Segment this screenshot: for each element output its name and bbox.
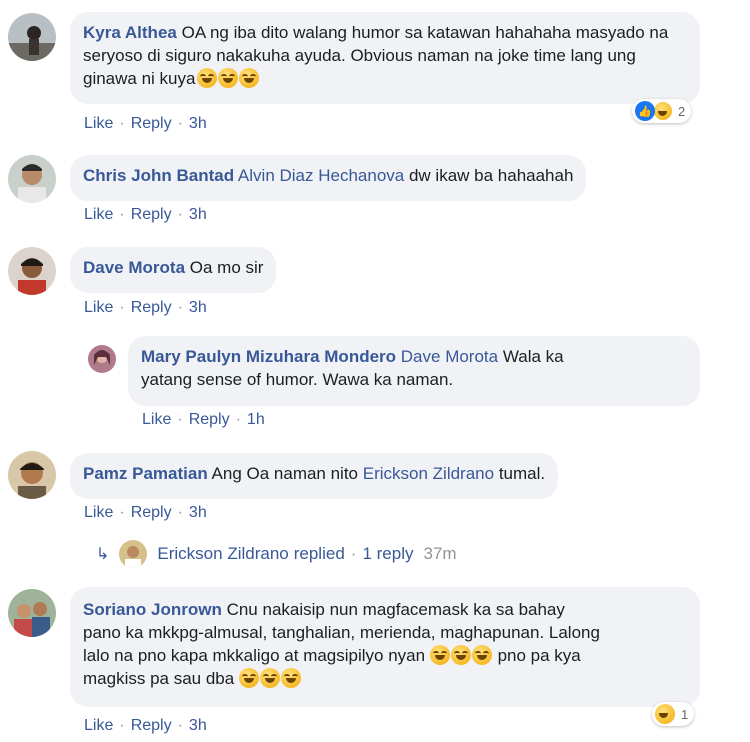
comment-author[interactable]: Kyra Althea	[83, 23, 177, 42]
mention-link[interactable]: Erickson Zildrano	[363, 464, 494, 483]
laughing-emoji-icon	[238, 668, 259, 688]
like-reaction-icon: 👍	[635, 101, 655, 121]
comment-bubble: Pamz Pamatian Ang Oa naman nito Erickson…	[70, 453, 559, 499]
mention-link[interactable]: Alvin Diaz Hechanova	[238, 166, 404, 185]
comment-actions: Like · Reply · 3h	[84, 205, 207, 225]
comment-author[interactable]: Chris John Bantad	[83, 166, 234, 185]
comment-author[interactable]: Pamz Pamatian	[83, 464, 208, 483]
separator: ·	[177, 717, 183, 734]
reaction-count: 2	[678, 103, 686, 119]
like-button[interactable]: Like	[84, 115, 113, 132]
comment-actions: Like · Reply · 3h	[84, 716, 207, 736]
avatar[interactable]	[8, 155, 56, 203]
comment-bubble: Soriano Jonrown Cnu nakaisip nun magface…	[70, 587, 700, 707]
comment-actions: Like · Reply · 3h	[84, 298, 207, 318]
separator: ·	[119, 717, 125, 734]
separator: ·	[177, 504, 183, 521]
comment-actions: Like · Reply · 1h	[142, 410, 265, 430]
laughing-emoji-icon	[218, 68, 239, 88]
comment-bubble: Chris John Bantad Alvin Diaz Hechanova d…	[70, 155, 587, 201]
reply-button[interactable]: Reply	[189, 411, 230, 428]
laughing-emoji-icon	[239, 68, 260, 88]
avatar[interactable]	[8, 247, 56, 295]
haha-reaction-icon	[653, 101, 673, 121]
avatar	[119, 540, 148, 568]
comment-timestamp[interactable]: 3h	[189, 504, 207, 521]
reaction-count: 1	[681, 706, 689, 722]
reply-count[interactable]: 1 reply	[362, 544, 413, 564]
like-button[interactable]: Like	[84, 717, 113, 734]
comment-actions: Like · Reply · 3h	[84, 503, 207, 523]
avatar[interactable]	[88, 345, 116, 373]
comment-bubble: Kyra Althea OA ng iba dito walang humor …	[70, 12, 700, 104]
comment-text: pano ka mkkpg-almusal, tanghalian, merie…	[83, 623, 600, 642]
laughing-emoji-icon	[259, 668, 280, 688]
separator: ·	[119, 206, 125, 223]
separator: ·	[119, 299, 125, 316]
comment-text: Oa mo sir	[189, 258, 264, 277]
comment-bubble: Dave Morota Oa mo sir	[70, 247, 277, 293]
reply-button[interactable]: Reply	[131, 717, 172, 734]
comment-author[interactable]: Dave Morota	[83, 258, 185, 277]
separator: ·	[119, 504, 125, 521]
comment-timestamp[interactable]: 1h	[247, 411, 265, 428]
comment-text: tumal.	[498, 464, 546, 483]
reply-button[interactable]: Reply	[131, 115, 172, 132]
view-replies-link[interactable]: ↳ Erickson Zildrano replied · 1 reply 37…	[96, 539, 457, 569]
separator: ·	[235, 411, 241, 428]
comment-text: dw ikaw ba hahaahah	[408, 166, 574, 185]
comment-timestamp[interactable]: 3h	[189, 717, 207, 734]
comment-timestamp[interactable]: 3h	[189, 115, 207, 132]
comment-timestamp[interactable]: 3h	[189, 206, 207, 223]
comment-timestamp[interactable]: 3h	[189, 299, 207, 316]
separator: ·	[119, 115, 125, 132]
comment-text: Ang Oa naman nito	[211, 464, 359, 483]
comment-author[interactable]: Mary Paulyn Mizuhara Mondero	[141, 347, 396, 366]
reaction-summary[interactable]: 👍 2	[632, 99, 692, 123]
haha-reaction-icon	[655, 704, 675, 724]
like-button[interactable]: Like	[84, 504, 113, 521]
comment-text: lalo na pno kapa mkkaligo at magsipilyo …	[83, 646, 426, 665]
separator: ·	[177, 411, 183, 428]
replier-name[interactable]: Erickson Zildrano	[157, 544, 288, 564]
comment-text: Cnu nakaisip nun magfacemask ka sa bahay	[226, 600, 565, 619]
reply-button[interactable]: Reply	[131, 206, 172, 223]
avatar[interactable]	[8, 451, 56, 499]
reply-arrow-icon: ↳	[96, 546, 110, 563]
comment-author[interactable]: Soriano Jonrown	[83, 600, 222, 619]
separator: ·	[177, 115, 183, 132]
reaction-summary[interactable]: 1	[652, 702, 695, 726]
mention-link[interactable]: Dave Morota	[401, 347, 498, 366]
replied-label: replied	[293, 544, 345, 563]
laughing-emoji-icon	[280, 668, 301, 688]
reply-bubble: Mary Paulyn Mizuhara Mondero Dave Morota…	[128, 336, 700, 406]
laughing-emoji-icon	[429, 645, 450, 665]
avatar[interactable]	[8, 589, 56, 637]
reply-button[interactable]: Reply	[131, 299, 172, 316]
comment-text: Wala ka	[502, 347, 564, 366]
like-button[interactable]: Like	[142, 411, 171, 428]
reply-button[interactable]: Reply	[131, 504, 172, 521]
like-button[interactable]: Like	[84, 299, 113, 316]
avatar[interactable]	[8, 13, 56, 61]
laughing-emoji-icon	[471, 645, 492, 665]
comment-actions: Like · Reply · 3h	[84, 114, 207, 134]
separator: ·	[177, 299, 183, 316]
separator: ·	[350, 544, 357, 563]
laughing-emoji-icon	[450, 645, 471, 665]
reply-timestamp: 37m	[423, 544, 457, 563]
comment-text: yatang sense of humor. Wawa ka naman.	[141, 370, 454, 389]
comment-text: magkiss pa sau dba	[83, 669, 235, 688]
separator: ·	[177, 206, 183, 223]
comment-text: pno pa kya	[497, 646, 581, 665]
like-button[interactable]: Like	[84, 206, 113, 223]
laughing-emoji-icon	[197, 68, 218, 88]
